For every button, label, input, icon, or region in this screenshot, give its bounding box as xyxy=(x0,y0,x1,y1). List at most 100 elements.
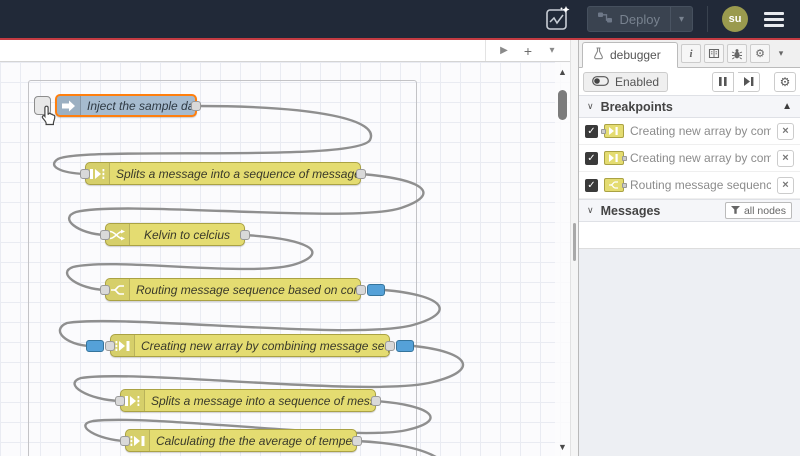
node-join[interactable]: Calculating the the average of temperatu… xyxy=(120,429,362,452)
node-change[interactable]: Kelvin to celcius xyxy=(100,223,250,246)
breakpoint-row: ✓ Creating new array by combining messag… xyxy=(579,118,800,145)
play-icon[interactable]: ▶ xyxy=(494,42,514,60)
output-port[interactable] xyxy=(356,168,366,179)
pause-icon[interactable] xyxy=(712,71,734,92)
breakpoint-label: Creating new array by combining message … xyxy=(630,124,771,138)
input-port[interactable] xyxy=(105,340,115,351)
inject-icon xyxy=(57,96,81,115)
output-port[interactable] xyxy=(371,395,381,406)
messages-title: Messages xyxy=(600,203,661,218)
flow-list-icon[interactable]: ▾ xyxy=(542,42,562,60)
join-node-icon xyxy=(601,124,624,138)
output-port[interactable] xyxy=(356,284,366,295)
deploy-dropdown-icon[interactable]: ▾ xyxy=(669,7,692,31)
breakpoint-row: ✓ Creating new array by combining messag… xyxy=(579,145,800,172)
sidebar-tab-bar: debugger i ⚙ ▾ xyxy=(579,40,800,68)
flask-icon xyxy=(593,47,604,63)
node-label: Splits a message into a sequence of mess… xyxy=(116,166,360,181)
node-label: Splits a message into a sequence of mess… xyxy=(151,393,375,408)
splitter-thumb[interactable] xyxy=(573,223,576,261)
breakpoint-marker-output[interactable] xyxy=(396,339,414,352)
input-port-marker xyxy=(601,128,606,134)
output-port[interactable] xyxy=(385,340,395,351)
menu-icon[interactable] xyxy=(762,8,786,31)
output-port[interactable] xyxy=(191,100,201,111)
debug-bug-icon[interactable] xyxy=(727,44,747,63)
input-port[interactable] xyxy=(120,435,130,446)
assistant-icon[interactable] xyxy=(543,5,573,33)
breakpoint-marker-input[interactable] xyxy=(86,339,104,352)
toggle-icon xyxy=(592,75,609,89)
collapse-all-icon[interactable]: ▲ xyxy=(782,101,792,112)
breakpoint-checkbox[interactable]: ✓ xyxy=(585,124,598,138)
node-label: Calculating the the average of temperatu… xyxy=(156,433,356,448)
add-flow-button[interactable]: + xyxy=(518,42,538,60)
node-label: Inject the sample data xyxy=(87,98,195,113)
breakpoint-marker-output[interactable] xyxy=(367,283,385,296)
node-inject[interactable]: Inject the sample data xyxy=(55,94,201,117)
breakpoint-checkbox[interactable]: ✓ xyxy=(585,178,598,192)
deploy-icon xyxy=(597,11,613,27)
chevron-down-icon: ∨ xyxy=(587,205,594,215)
breakpoint-row: ✓ Routing message sequence based on cond… xyxy=(579,172,800,199)
breakpoint-label: Creating new array by combining message … xyxy=(630,151,771,165)
input-port[interactable] xyxy=(80,168,90,179)
tab-debugger[interactable]: debugger xyxy=(582,42,678,68)
remove-breakpoint-icon[interactable]: × xyxy=(777,176,794,194)
output-port[interactable] xyxy=(240,229,250,240)
config-gear-icon[interactable]: ⚙ xyxy=(750,44,770,63)
canvas-scrollbar[interactable]: ▲ ▼ xyxy=(555,62,570,456)
join-node-icon xyxy=(604,151,627,165)
node-label: Creating new array by combining message … xyxy=(141,338,389,353)
filter-label: all nodes xyxy=(743,204,786,217)
enabled-label: Enabled xyxy=(615,74,660,89)
node-switch[interactable]: Routing message sequence based on condit… xyxy=(100,278,385,301)
avatar[interactable]: su xyxy=(722,6,748,32)
inject-trigger-button[interactable] xyxy=(34,96,51,115)
deploy-label: Deploy xyxy=(619,11,660,27)
input-port[interactable] xyxy=(100,284,110,295)
message-filter-button[interactable]: all nodes xyxy=(724,202,792,219)
breakpoints-title: Breakpoints xyxy=(600,99,673,114)
breakpoint-label: Routing message sequence based on condit… xyxy=(630,178,771,192)
switch-node-icon xyxy=(604,178,627,192)
step-next-icon[interactable] xyxy=(738,71,760,92)
funnel-icon xyxy=(730,205,740,217)
flow-tab-bar: ▶ + ▾ xyxy=(0,40,570,62)
messages-section-header[interactable]: ∨ Messages all nodes xyxy=(579,199,800,222)
scroll-up-icon[interactable]: ▲ xyxy=(555,67,570,77)
header-divider xyxy=(707,6,708,32)
debugger-settings-gear-icon[interactable]: ⚙ xyxy=(774,71,796,92)
scroll-down-icon[interactable]: ▼ xyxy=(555,442,570,452)
input-port[interactable] xyxy=(115,395,125,406)
node-split[interactable]: Splits a message into a sequence of mess… xyxy=(115,389,381,412)
node-label: Routing message sequence based on condit… xyxy=(136,282,360,297)
output-port-marker xyxy=(622,155,627,161)
chevron-down-icon: ∨ xyxy=(587,101,594,111)
enabled-toggle-button[interactable]: Enabled xyxy=(583,71,669,92)
breakpoint-checkbox[interactable]: ✓ xyxy=(585,151,598,165)
scrollbar-thumb[interactable] xyxy=(558,90,567,120)
breakpoints-section-header[interactable]: ∨ Breakpoints ▲ xyxy=(579,95,800,118)
canvas-pane: ▶ + ▾ Inject the sample data Splits a me… xyxy=(0,40,570,456)
output-port[interactable] xyxy=(352,435,362,446)
node-label: Kelvin to celcius xyxy=(143,227,231,242)
sidebar-filler xyxy=(579,249,800,456)
remove-breakpoint-icon[interactable]: × xyxy=(777,122,794,140)
remove-breakpoint-icon[interactable]: × xyxy=(777,149,794,167)
output-port-marker xyxy=(622,182,627,188)
deploy-button[interactable]: Deploy ▾ xyxy=(586,6,693,32)
input-port[interactable] xyxy=(100,229,110,240)
node-join[interactable]: Creating new array by combining message … xyxy=(86,334,414,357)
workspace[interactable]: Inject the sample data Splits a message … xyxy=(0,62,570,456)
messages-empty-list xyxy=(579,222,800,249)
debugger-toolbar: Enabled ⚙ xyxy=(579,68,800,95)
node-red-window: Deploy ▾ su ▶ + ▾ Inject the sample data… xyxy=(0,0,800,458)
sidebar-tab-dropdown-icon[interactable]: ▾ xyxy=(773,44,789,63)
help-book-icon[interactable] xyxy=(704,44,724,63)
node-split[interactable]: Splits a message into a sequence of mess… xyxy=(80,162,366,185)
tab-label: debugger xyxy=(610,48,661,62)
header: Deploy ▾ su xyxy=(0,0,800,40)
info-icon[interactable]: i xyxy=(681,44,701,63)
sidebar-splitter[interactable] xyxy=(570,40,578,456)
